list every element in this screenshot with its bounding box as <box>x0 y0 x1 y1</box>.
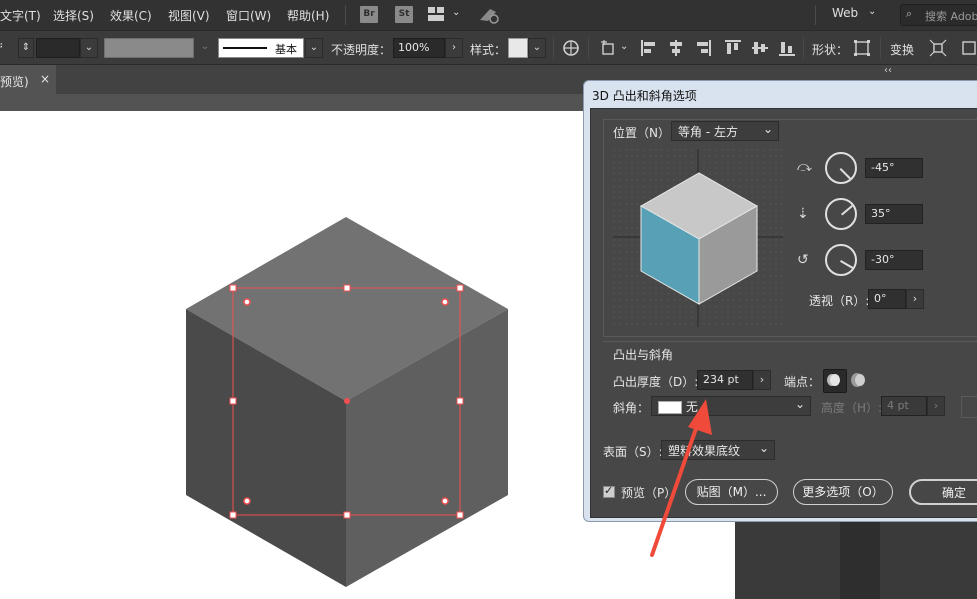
isolate-icon[interactable] <box>929 39 947 57</box>
align-top-icon[interactable] <box>724 39 742 57</box>
chevron-right-icon[interactable]: › <box>753 370 771 390</box>
depth-field[interactable]: 234 pt <box>697 370 753 390</box>
shape-label[interactable]: 形状： <box>812 41 848 58</box>
align-vcenter-icon[interactable] <box>751 39 769 57</box>
menu-window[interactable]: 窗口(W) <box>226 7 271 24</box>
ok-button[interactable]: 确定 <box>909 479 977 505</box>
transform-label[interactable]: 变换 <box>890 41 914 58</box>
chevron-down-icon[interactable]: ⌄ <box>305 38 323 58</box>
stroke-weight-stepper[interactable]: ⇕ <box>18 38 34 58</box>
brush-label: 基本 <box>275 43 297 56</box>
rotate-x-field[interactable]: -45° <box>865 158 923 178</box>
chevron-down-icon: ⌄ <box>758 441 769 455</box>
workspace-switcher[interactable]: Web <box>832 6 858 20</box>
menu-divider <box>815 5 816 25</box>
chevron-down-icon[interactable]: ⌄ <box>868 6 876 17</box>
menu-divider <box>345 5 346 25</box>
brush-definition[interactable]: 基本 <box>218 38 304 58</box>
panel-strip <box>840 520 880 599</box>
position-select[interactable]: 等角 - 左方 ⌄ <box>671 121 779 141</box>
perspective-label: 透视（R）: <box>809 294 870 308</box>
position-label: 位置（N）: <box>613 126 675 140</box>
align-left-icon[interactable] <box>640 39 658 57</box>
chevron-down-icon: ⌄ <box>196 38 214 58</box>
position-value: 等角 - 左方 <box>678 125 738 139</box>
rotate-z-dial[interactable] <box>825 244 857 276</box>
cap-off-button[interactable] <box>847 369 869 391</box>
style-label: 样式： <box>470 43 507 57</box>
checkmark-icon: ✓ <box>604 484 614 497</box>
preview-svg <box>613 149 783 327</box>
control-bar: ፡ ⇕ ⌄ ⌄ 基本 ⌄ 不透明度： 100% › 样式： ⌄ ⌄ 形状： 变换 <box>0 30 977 64</box>
search-icon: ⌕ <box>906 7 913 20</box>
menu-effect[interactable]: 效果(C) <box>110 7 152 24</box>
align-right-icon[interactable] <box>694 39 712 57</box>
menu-view[interactable]: 视图(V) <box>168 7 210 24</box>
search-placeholder: 搜索 Adobe <box>925 10 977 23</box>
menu-text[interactable]: 文字(T) <box>0 7 41 24</box>
annotation-arrow <box>650 399 712 557</box>
menu-bar: 文字(T) 选择(S) 效果(C) 视图(V) 窗口(W) 帮助(H) Br S… <box>0 0 977 30</box>
menu-select[interactable]: 选择(S) <box>53 7 94 24</box>
more-options-icon[interactable] <box>960 39 977 57</box>
extrude-section-title: 凸出与斜角 <box>613 348 674 362</box>
stroke-weight-field[interactable] <box>36 38 80 58</box>
chevron-right-icon[interactable]: › <box>906 289 924 309</box>
preview-checkbox[interactable]: ✓ <box>603 484 615 498</box>
ctrl-divider <box>588 37 589 59</box>
height-field: 4 pt <box>881 396 927 416</box>
align-hcenter-icon[interactable] <box>667 39 685 57</box>
search-box[interactable]: ⌕ 搜索 Adobe <box>900 4 977 26</box>
panel-area <box>735 520 977 599</box>
arrange-documents-icon[interactable] <box>428 7 444 21</box>
rotate-x-icon: ⤼ <box>797 159 812 175</box>
variable-width-profile[interactable] <box>104 38 194 58</box>
cap-label: 端点： <box>784 375 821 389</box>
shape-bounds-icon[interactable] <box>853 39 871 57</box>
chevron-down-icon: ⌄ <box>762 122 773 136</box>
chevron-right-icon[interactable]: › <box>445 38 463 58</box>
rotate-y-field[interactable]: 35° <box>865 204 923 224</box>
document-tab[interactable]: 预览) × <box>0 65 56 95</box>
selection-center-point <box>344 398 350 404</box>
height-label: 高度（H）: <box>821 401 883 415</box>
depth-label: 凸出厚度（D）: <box>613 375 699 389</box>
cap-on-button[interactable] <box>823 369 847 393</box>
rotate-z-icon: ↺ <box>797 252 809 268</box>
chevron-down-icon[interactable]: ⌄ <box>80 38 98 58</box>
more-options-button[interactable]: 更多选项（O） <box>793 479 893 505</box>
ctrl-divider <box>803 37 804 59</box>
align-bottom-icon[interactable] <box>778 39 796 57</box>
document-tab-title: 预览) <box>0 75 29 89</box>
chevron-down-icon[interactable]: ⌄ <box>620 41 628 52</box>
chevron-down-icon[interactable]: ⌄ <box>528 38 546 58</box>
menu-help[interactable]: 帮助(H) <box>287 7 329 24</box>
stroke-line-preview <box>223 47 267 49</box>
chevron-down-icon[interactable]: ⌄ <box>452 7 460 18</box>
bevel-extent-button <box>961 396 977 418</box>
ctrl-divider <box>880 37 881 59</box>
stock-badge[interactable]: St <box>395 6 413 23</box>
recolor-artwork-icon[interactable] <box>562 39 580 57</box>
rotate-y-dial[interactable] <box>825 198 857 230</box>
rotate-z-field[interactable]: -30° <box>865 250 923 270</box>
align-to-icon[interactable] <box>600 39 618 57</box>
graphic-style-swatch[interactable] <box>508 38 528 58</box>
dialog-title[interactable]: 3D 凸出和斜角选项 <box>592 87 697 104</box>
bridge-badge[interactable]: Br <box>360 6 378 23</box>
rotate-x-dial[interactable] <box>825 152 857 184</box>
stroke-weight-label-fragment: ፡ <box>0 39 3 52</box>
ctrl-divider <box>553 37 554 59</box>
chevron-down-icon: ⌄ <box>794 397 805 411</box>
collapse-panels-icon[interactable]: ‹‹ <box>884 65 892 76</box>
3d-preview-track[interactable] <box>613 149 783 327</box>
close-icon[interactable]: × <box>40 72 50 86</box>
gpu-performance-icon[interactable] <box>478 6 500 24</box>
chevron-right-icon: › <box>927 396 945 416</box>
opacity-field[interactable]: 100% <box>393 38 445 58</box>
opacity-label: 不透明度： <box>331 43 392 57</box>
rotate-y-icon: ⇣ <box>797 206 809 222</box>
perspective-field[interactable]: 0° <box>868 289 906 309</box>
